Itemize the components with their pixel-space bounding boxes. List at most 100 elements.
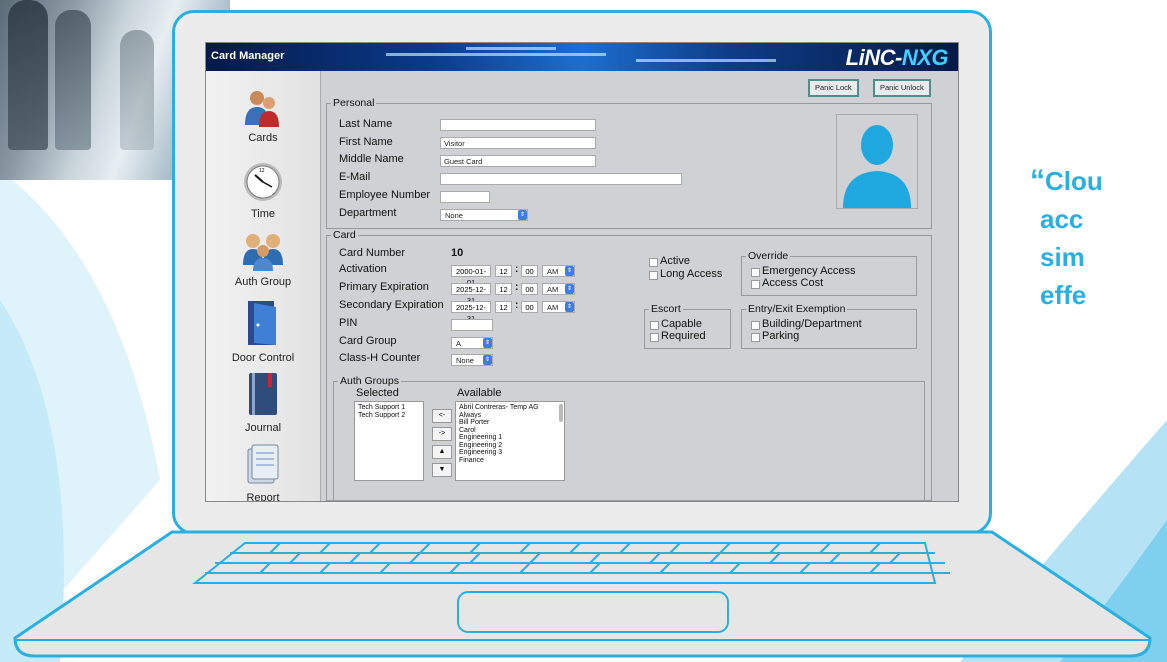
parking-label: Parking <box>762 330 800 342</box>
list-item[interactable]: Engineering 1 <box>459 434 561 442</box>
panic-lock-button[interactable]: Panic Lock <box>808 79 859 97</box>
card-number-value: 10 <box>451 247 464 259</box>
class-h-counter-select[interactable]: None ⇕ <box>451 354 493 366</box>
sidebar-item-report[interactable]: Report <box>206 443 320 502</box>
activation-ampm[interactable]: AM ⇕ <box>542 265 575 277</box>
building-department-checkbox[interactable] <box>751 321 760 330</box>
card-group-label: Card Group <box>339 335 397 347</box>
sidebar-item-cards[interactable]: Cards <box>206 89 320 144</box>
chevron-down-icon: ⇕ <box>565 302 574 312</box>
long-access-checkbox[interactable] <box>649 271 658 280</box>
list-item[interactable]: Bill Porter <box>459 419 561 427</box>
brand-logo: LiNC-NXG <box>845 45 949 70</box>
primary-expiration-label: Primary Expiration <box>339 281 429 293</box>
pin-field[interactable] <box>451 319 493 331</box>
primary-expiration-hour[interactable]: 12 <box>495 283 512 295</box>
list-item[interactable]: Engineering 3 <box>459 449 561 457</box>
sidebar: Cards 12 Time Auth Group Door Control Jo… <box>206 71 321 501</box>
sidebar-item-time[interactable]: 12 Time <box>206 161 320 220</box>
card-group-select[interactable]: A ⇕ <box>451 337 493 349</box>
card-number-label: Card Number <box>339 247 406 259</box>
override-legend: Override <box>748 250 789 262</box>
sidebar-item-door-control[interactable]: Door Control <box>206 299 320 364</box>
sidebar-item-label: Door Control <box>231 352 295 364</box>
activation-date[interactable]: 2000-01-01 <box>451 265 491 287</box>
quote-line-1: Clou <box>1045 166 1103 196</box>
svg-text:12: 12 <box>259 168 265 174</box>
remove-group-button[interactable]: -> <box>432 427 452 441</box>
first-name-label: First Name <box>339 136 393 148</box>
escort-legend: Escort <box>651 303 681 315</box>
book-icon <box>249 373 277 415</box>
list-item[interactable]: Carol <box>459 427 561 435</box>
escort-required-label: Required <box>661 330 706 342</box>
group-icon <box>243 234 283 271</box>
panic-unlock-button[interactable]: Panic Unlock <box>873 79 931 97</box>
escort-capable-label: Capable <box>661 318 702 330</box>
active-label: Active <box>660 255 690 267</box>
quote-line-3: sim <box>1040 242 1085 272</box>
move-down-button[interactable]: ▼ <box>432 463 452 477</box>
access-cost-checkbox[interactable] <box>751 280 760 289</box>
users-icon <box>245 91 279 127</box>
available-groups-list[interactable]: Abril Contreras- Temp AG Always Bill Por… <box>455 401 565 481</box>
primary-expiration-ampm[interactable]: AM ⇕ <box>542 283 575 295</box>
middle-name-field[interactable]: Guest Card <box>440 155 596 167</box>
escort-required-checkbox[interactable] <box>650 333 659 342</box>
department-select[interactable]: None ⇕ <box>440 209 528 221</box>
list-item[interactable]: Engineering 2 <box>459 442 561 450</box>
laptop-keyboard-base <box>13 530 1152 658</box>
middle-name-label: Middle Name <box>339 153 404 165</box>
employee-number-label: Employee Number <box>339 189 431 201</box>
selected-groups-list[interactable]: Tech Support 1 Tech Support 2 <box>354 401 424 481</box>
list-item[interactable]: Always <box>459 412 561 420</box>
selected-label: Selected <box>356 387 399 399</box>
secondary-expiration-date[interactable]: 2025-12-31 <box>451 301 491 323</box>
window-title: Card Manager <box>211 50 285 62</box>
scrollbar[interactable] <box>559 404 563 422</box>
chevron-down-icon: ⇕ <box>518 210 527 220</box>
chevron-down-icon: ⇕ <box>483 355 492 365</box>
sidebar-item-auth-group[interactable]: Auth Group <box>206 231 320 288</box>
secondary-expiration-minute[interactable]: 00 <box>521 301 538 313</box>
escort-capable-checkbox[interactable] <box>650 321 659 330</box>
last-name-field[interactable] <box>440 119 596 131</box>
primary-expiration-minute[interactable]: 00 <box>521 283 538 295</box>
marketing-quote: “Clou acc sim effe <box>1030 162 1103 314</box>
personal-legend: Personal <box>333 97 375 109</box>
list-item[interactable]: Finance <box>459 457 561 465</box>
email-field[interactable] <box>440 173 682 185</box>
emergency-access-label: Emergency Access <box>762 265 856 277</box>
app-window: Card Manager LiNC-NXG Cards 12 Time Auth… <box>205 42 959 502</box>
employee-number-field[interactable] <box>440 191 490 203</box>
department-label: Department <box>339 207 397 219</box>
available-label: Available <box>457 387 502 399</box>
secondary-expiration-hour[interactable]: 12 <box>495 301 512 313</box>
list-item[interactable]: Tech Support 2 <box>358 412 420 420</box>
primary-expiration-date[interactable]: 2025-12-31 <box>451 283 491 305</box>
add-group-button[interactable]: <- <box>432 409 452 423</box>
report-icon <box>247 444 279 484</box>
activation-minute[interactable]: 00 <box>521 265 538 277</box>
chevron-down-icon: ⇕ <box>565 284 574 294</box>
parking-checkbox[interactable] <box>751 333 760 342</box>
move-up-button[interactable]: ▲ <box>432 445 452 459</box>
secondary-expiration-ampm[interactable]: AM ⇕ <box>542 301 575 313</box>
exemption-legend: Entry/Exit Exemption <box>748 303 846 315</box>
quote-mark: “ <box>1030 164 1045 197</box>
secondary-expiration-label: Secondary Expiration <box>339 299 444 311</box>
first-name-field[interactable]: Visitor <box>440 137 596 149</box>
sidebar-item-label: Auth Group <box>234 276 292 288</box>
activation-hour[interactable]: 12 <box>495 265 512 277</box>
photo-placeholder[interactable] <box>836 114 918 209</box>
person-silhouette-icon <box>843 125 911 208</box>
list-item[interactable]: Abril Contreras- Temp AG <box>459 404 561 412</box>
emergency-access-checkbox[interactable] <box>751 268 760 277</box>
list-item[interactable]: Tech Support 1 <box>358 404 420 412</box>
sidebar-item-journal[interactable]: Journal <box>206 371 320 434</box>
pin-label: PIN <box>339 317 358 329</box>
sidebar-item-label: Report <box>246 492 280 502</box>
title-bar: Card Manager LiNC-NXG <box>206 43 958 71</box>
active-checkbox[interactable] <box>649 258 658 267</box>
building-department-label: Building/Department <box>762 318 862 330</box>
